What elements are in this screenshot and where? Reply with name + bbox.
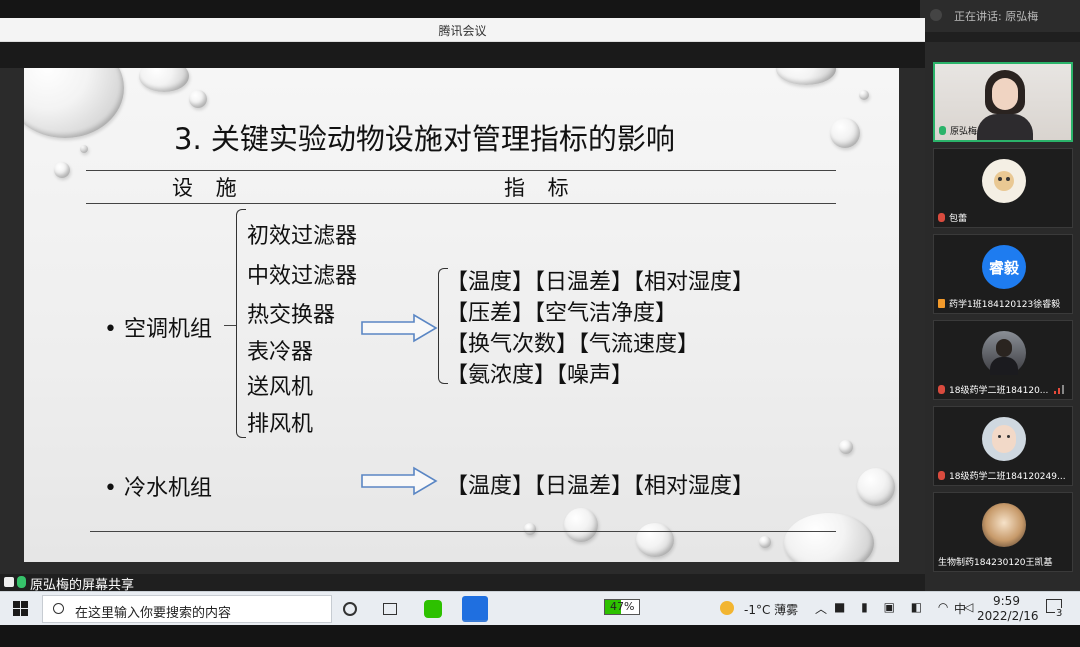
task-view-icon[interactable]	[383, 603, 397, 615]
arrow-right-icon	[361, 466, 438, 496]
wechat-icon[interactable]	[424, 600, 442, 618]
indicator-line: 【温度】【日温差】【相对湿度】	[446, 270, 755, 295]
water-drop-decoration	[564, 508, 598, 542]
column-header-facility: 设 施	[172, 176, 245, 200]
component-item: 初效过滤器	[247, 224, 358, 249]
show-hidden-icons-icon[interactable]: ︿	[815, 600, 827, 617]
avatar	[982, 417, 1026, 461]
group-label-ac-unit: • 空调机组	[104, 317, 212, 342]
taskbar-search-box[interactable]: 在这里输入你要搜索的内容	[42, 595, 332, 623]
speaking-indicator: 正在讲话: 原弘梅	[920, 0, 1080, 32]
bracket-stem	[224, 325, 236, 326]
water-drop-decoration	[189, 90, 207, 108]
clock-time[interactable]: 9:59	[993, 594, 1020, 608]
table-top-rule	[86, 170, 836, 171]
water-drop-decoration	[524, 523, 536, 535]
water-drop-decoration	[839, 440, 853, 454]
mic-icon	[930, 9, 942, 21]
participant-name: 18级药学二班184120249...	[949, 472, 1066, 482]
water-drop-decoration	[830, 118, 860, 148]
presentation-slide: 3. 关键实验动物设施对管理指标的影响 设 施 指 标 • 空调机组 初效过滤器…	[24, 68, 899, 562]
bottom-bar	[0, 625, 1080, 647]
indicator-line: 【氨浓度】【噪声】	[446, 363, 634, 388]
participant-tile[interactable]: 原弘梅	[933, 62, 1073, 142]
stage-top-band	[0, 42, 925, 68]
slide-title: 3. 关键实验动物设施对管理指标的影响	[174, 122, 675, 156]
battery-indicator[interactable]: 47%	[604, 599, 640, 615]
water-drop-decoration	[54, 162, 70, 178]
participant-name: 包蕾	[949, 214, 968, 224]
participant-tile[interactable]: 睿毅 药学1班184120123徐睿毅	[933, 234, 1073, 314]
ime-indicator[interactable]: 中	[954, 600, 966, 617]
group-label-chiller: • 冷水机组	[104, 476, 212, 501]
avatar	[982, 331, 1026, 375]
component-item: 表冷器	[247, 340, 314, 365]
user-icon	[938, 299, 945, 308]
mic-muted-icon	[938, 385, 945, 394]
component-item: 送风机	[247, 375, 314, 400]
participant-tile[interactable]: 18级药学二班184120249...	[933, 406, 1073, 486]
mic-on-icon	[939, 126, 946, 135]
table-header-rule	[86, 203, 836, 204]
window-title-bar: 腾讯会议	[0, 18, 925, 42]
screen-share-label-bar: 原弘梅的屏幕共享	[0, 574, 1080, 593]
notification-count: 3	[1055, 608, 1064, 619]
tencent-meeting-icon[interactable]	[462, 596, 488, 622]
arrow-right-icon	[361, 313, 438, 343]
windows-start-icon[interactable]	[13, 601, 28, 616]
weather-text[interactable]: -1°C 薄雾	[744, 601, 798, 618]
table-bottom-rule	[90, 531, 836, 532]
cortana-icon[interactable]	[343, 602, 357, 616]
left-brace	[236, 209, 246, 438]
participant-name: 生物制药184230120王凯基	[938, 558, 1053, 568]
water-drop-decoration	[784, 513, 874, 562]
weather-icon[interactable]	[720, 601, 734, 615]
participants-panel: 原弘梅 包蕾 睿毅 药学1班184120123徐睿毅 18级药学二班184120…	[925, 42, 1080, 591]
search-icon	[53, 603, 64, 614]
water-drop-decoration	[24, 68, 124, 138]
mic-icon	[17, 576, 26, 588]
water-drop-decoration	[759, 536, 771, 548]
water-drop-decoration	[776, 68, 836, 85]
participant-tile[interactable]: 18级药学二班184120...	[933, 320, 1073, 400]
mic-muted-icon	[938, 213, 945, 222]
water-drop-decoration	[80, 145, 88, 153]
signal-weak-icon	[1054, 385, 1066, 394]
window-title: 腾讯会议	[438, 24, 487, 38]
avatar	[982, 159, 1026, 203]
avatar: 睿毅	[982, 245, 1026, 289]
participant-tile[interactable]: 包蕾	[933, 148, 1073, 228]
water-drop-decoration	[857, 468, 895, 506]
windows-taskbar: 在这里输入你要搜索的内容 47% -1°C 薄雾 ︿ ■ ▮ ▣ ◧ ◠ ◁ 中…	[0, 591, 1080, 625]
clock-date[interactable]: 2022/2/16	[977, 609, 1039, 623]
participant-name: 18级药学二班184120...	[949, 386, 1049, 396]
top-bar	[0, 0, 1080, 18]
water-drop-decoration	[859, 90, 869, 100]
mic-muted-icon	[938, 471, 945, 480]
indicator-line: 【温度】【日温差】【相对湿度】	[446, 474, 755, 499]
speaking-text: 正在讲话: 原弘梅	[954, 10, 1039, 23]
participant-video	[977, 70, 1033, 140]
participant-name: 原弘梅	[950, 127, 978, 137]
water-drop-decoration	[139, 68, 189, 92]
battery-percent: 47%	[610, 600, 635, 613]
water-drop-decoration	[636, 523, 674, 557]
component-item: 排风机	[247, 412, 314, 437]
search-placeholder: 在这里输入你要搜索的内容	[75, 606, 232, 621]
avatar	[982, 503, 1026, 547]
component-item: 中效过滤器	[247, 264, 358, 289]
screen-share-icon	[4, 577, 14, 587]
participant-tile[interactable]: 生物制药184230120王凯基	[933, 492, 1073, 572]
component-item: 热交换器	[247, 303, 336, 328]
indicator-line: 【压差】【空气洁净度】	[446, 301, 678, 326]
column-header-indicator: 指 标	[504, 176, 577, 200]
participant-name: 药学1班184120123徐睿毅	[949, 300, 1061, 310]
indicator-line: 【换气次数】【气流速度】	[446, 332, 700, 357]
